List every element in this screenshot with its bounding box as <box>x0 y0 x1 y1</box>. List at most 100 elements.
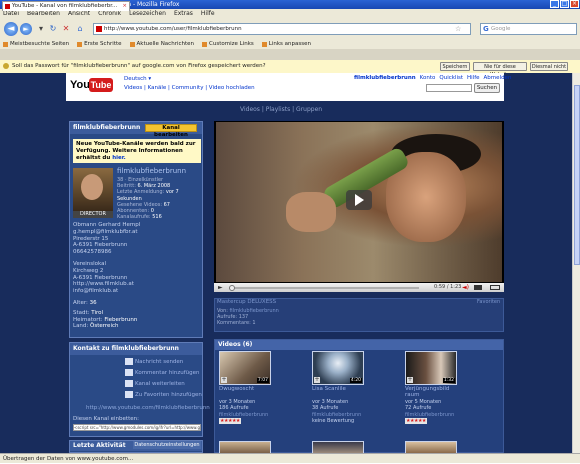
password-notification-bar: Soll das Passwort für "filmklubfieberbru… <box>0 60 580 78</box>
youtube-search-input[interactable] <box>426 84 472 92</box>
avatar[interactable] <box>73 168 113 211</box>
privacy-settings-button[interactable]: Datenschutzeinstellungen <box>133 441 201 449</box>
user-name-link[interactable]: filmklubfieberbrunn <box>354 75 416 81</box>
contact-line: A-6391 Fieberbrunn <box>73 242 128 249</box>
reload-icon[interactable]: ↻ <box>48 24 58 34</box>
favorite-link[interactable]: Favoriten <box>477 299 500 305</box>
contact-line[interactable]: g.hempl@filmklubfbr.at <box>73 229 201 236</box>
seek-handle[interactable] <box>229 285 235 291</box>
youtube-logo[interactable]: You Tube <box>70 76 114 96</box>
seek-bar[interactable] <box>229 287 419 289</box>
video-title-link[interactable]: Dwugwoscht <box>219 386 254 392</box>
bookmarks-toolbar: Meistbesuchte Seiten Erste Schritte Aktu… <box>0 39 580 49</box>
close-tab-icon[interactable]: × <box>122 2 127 11</box>
channel-tabs[interactable]: Videos | Playlists | Gruppen <box>240 106 322 113</box>
video-thumbnail[interactable]: + 7:07 <box>219 351 271 385</box>
videos-header: Videos (6) <box>215 340 503 350</box>
add-favorite-link[interactable]: Zu Favoriten hinzufügen <box>125 390 202 401</box>
youtube-search-button[interactable]: Suchen <box>474 83 500 93</box>
video-title-link[interactable]: Lisa Scanlile <box>312 386 346 392</box>
forward-icon[interactable]: ► <box>20 23 32 35</box>
video-thumbnail[interactable]: + 1:32 <box>405 351 457 385</box>
account-link[interactable]: Konto <box>420 75 436 81</box>
bookmark-item[interactable]: Aktuelle Nachrichten <box>129 39 194 49</box>
address-bar[interactable]: http://www.youtube.com/user/filmklubfieb… <box>93 23 471 35</box>
quality-icon[interactable] <box>474 285 482 290</box>
video-thumbnail[interactable] <box>312 441 364 453</box>
detail-value: Fieberbrunn <box>104 316 138 323</box>
rating-text: keine Bewertung <box>312 418 355 425</box>
menu-bookmarks[interactable]: Lesezeichen <box>129 9 166 19</box>
share-icon <box>125 380 133 387</box>
embed-code-field[interactable]: <script src="http://www.gmodules.com/ig/… <box>73 424 201 431</box>
tab-youtube[interactable]: YouTube - Kanal von filmklubfieberbr... … <box>2 1 130 11</box>
detail-label: Heimatort: <box>73 316 105 323</box>
mail-icon <box>125 358 133 365</box>
volume-icon[interactable]: ◄) <box>462 284 470 291</box>
contact-line[interactable]: http://www.filmklub.at <box>73 281 201 288</box>
video-thumbnail[interactable] <box>219 441 271 453</box>
meta-label: Von: <box>217 308 230 314</box>
stat-row: Kanalaufrufe: 516 <box>117 214 201 220</box>
notice-text: Neue YouTube-Kanäle werden bald zur Verf… <box>76 141 196 161</box>
maximize-icon[interactable]: □ <box>560 0 569 8</box>
bookmark-item[interactable]: Customize Links <box>202 39 254 49</box>
director-badge: DIRECTOR <box>73 211 113 218</box>
fullscreen-icon[interactable] <box>490 285 500 290</box>
video-title-link[interactable]: Verjüngungsbild raum <box>405 386 465 398</box>
page-scrollbar[interactable] <box>572 73 580 453</box>
contact-line[interactable]: info@filmklub.at <box>73 288 201 295</box>
search-box[interactable]: G Google <box>480 23 577 35</box>
edit-channel-button[interactable]: Kanal bearbeiten <box>145 124 197 138</box>
never-for-site-button[interactable]: Nie für diese Website <box>473 62 527 78</box>
quicklist-link[interactable]: Quicklist <box>439 75 463 81</box>
detail-label: Land: <box>73 323 91 330</box>
channel-url[interactable]: http://www.youtube.com/filmklubfieberbru… <box>86 405 210 411</box>
help-link[interactable]: Hilfe <box>467 75 480 81</box>
send-message-link[interactable]: Nachricht senden <box>125 357 202 368</box>
user-links: filmklubfieberbrunn Konto Quicklist Hilf… <box>354 75 511 81</box>
add-comment-link[interactable]: Kommentar hinzufügen <box>125 368 202 379</box>
stop-icon[interactable]: ✕ <box>61 24 71 34</box>
plus-icon[interactable]: + <box>314 377 320 383</box>
bookmark-item[interactable]: Erste Schritte <box>77 39 122 49</box>
close-icon[interactable]: × <box>570 0 579 8</box>
bookmark-item[interactable]: Links anpassen <box>261 39 311 49</box>
bookmark-star-icon[interactable]: ☆ <box>455 25 461 33</box>
save-password-button[interactable]: Speichern <box>440 62 470 71</box>
scrollbar-thumb[interactable] <box>574 85 580 265</box>
minimize-icon[interactable]: _ <box>550 0 559 8</box>
video-thumbnail[interactable]: + 4:20 <box>312 351 364 385</box>
language-select[interactable]: Deutsch ▾ <box>124 76 151 82</box>
bookmark-label: Links anpassen <box>268 41 311 47</box>
meta-label: Kommentare: <box>217 320 253 327</box>
stat-label: Gesehene Videos: <box>117 201 164 208</box>
home-icon[interactable]: ⌂ <box>75 24 85 34</box>
notice-link[interactable]: hier. <box>112 155 126 161</box>
rss-icon <box>129 41 135 47</box>
menu-tools[interactable]: Extras <box>174 9 193 19</box>
plus-icon[interactable]: + <box>407 377 413 383</box>
menu-help[interactable]: Hilfe <box>201 9 215 19</box>
comments-value: 1 <box>252 320 256 327</box>
avatar-face <box>81 174 103 200</box>
detail-value: Tirol <box>91 309 104 316</box>
play-overlay-icon[interactable] <box>346 190 372 210</box>
video-thumbnail[interactable] <box>405 441 457 453</box>
plus-icon[interactable]: + <box>221 377 227 383</box>
contact-line: Pirederstr 15 <box>73 235 109 242</box>
video-comments: Kommentare: 1 <box>217 320 279 326</box>
dropdown-icon[interactable]: ▾ <box>36 24 46 34</box>
play-icon[interactable]: ► <box>218 284 223 291</box>
stat-label: 38 · Einzelkünstler <box>117 177 164 183</box>
youtube-favicon-icon <box>5 4 10 9</box>
share-channel-link[interactable]: Kanal weiterleiten <box>125 379 202 390</box>
logout-link[interactable]: Abmelden <box>484 75 512 81</box>
bookmark-item[interactable]: Meistbesuchte Seiten <box>3 39 69 49</box>
back-icon[interactable]: ◄ <box>4 22 18 36</box>
uploader-link[interactable]: filmklubfieberbrunn <box>230 308 279 314</box>
not-now-button[interactable]: Diesmal nicht <box>530 62 568 71</box>
youtube-nav[interactable]: Videos | Kanäle | Community | Video hoch… <box>124 85 255 91</box>
detail-row: Land: Österreich <box>73 323 201 330</box>
logo-tube: Tube <box>89 78 113 92</box>
